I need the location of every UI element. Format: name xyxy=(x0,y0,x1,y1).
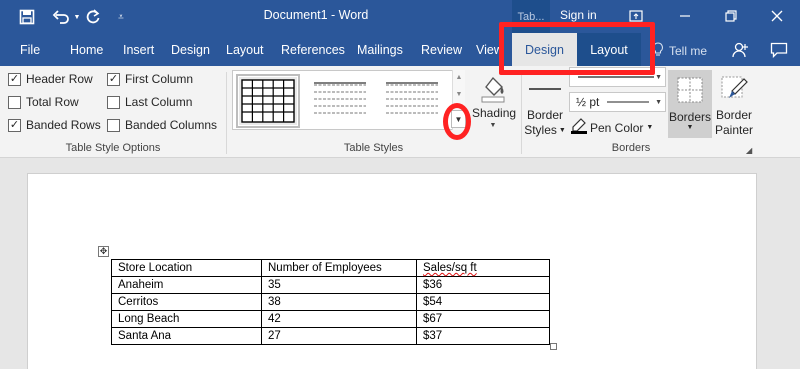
shading-button[interactable]: Shading ▼ xyxy=(470,70,516,132)
dropdown-icon: ▼ xyxy=(655,99,662,106)
banded-rows-label: Banded Rows xyxy=(26,118,101,132)
border-styles-label-line2: Styles xyxy=(524,123,557,137)
borders-button[interactable]: Borders ▼ xyxy=(668,70,712,138)
ribbon-tab-row: File Home Insert Design Layout Reference… xyxy=(0,33,800,66)
table-row: Cerritos 38 $54 xyxy=(111,293,550,311)
banded-columns-checkbox[interactable]: Banded Columns xyxy=(107,118,217,132)
table-cell[interactable]: Number of Employees xyxy=(261,259,417,277)
comments-icon[interactable] xyxy=(768,39,790,61)
table-cell[interactable]: $36 xyxy=(416,276,550,294)
checkbox-box[interactable]: ✓ xyxy=(8,118,21,132)
table-resize-handle[interactable] xyxy=(550,343,557,350)
first-column-label: First Column xyxy=(125,72,194,86)
border-painter-label-line2: Painter xyxy=(714,123,754,137)
line-weight-value: ½ pt xyxy=(576,95,600,109)
document-table[interactable]: Store Location Number of Employees Sales… xyxy=(111,259,550,345)
borders-grid-icon xyxy=(668,70,712,110)
table-cell[interactable]: $54 xyxy=(416,293,550,311)
scroll-down-icon[interactable]: ▼ xyxy=(453,91,465,98)
paint-bucket-icon xyxy=(470,70,516,106)
checkbox-box[interactable] xyxy=(8,95,21,109)
highlight-rectangle-annotation xyxy=(499,22,655,75)
shading-label: Shading xyxy=(472,106,517,120)
table-cell[interactable]: $67 xyxy=(416,310,550,328)
last-column-checkbox[interactable]: Last Column xyxy=(107,95,192,109)
last-column-label: Last Column xyxy=(125,95,193,109)
border-painter-icon xyxy=(712,70,756,108)
table-row: Store Location Number of Employees Sales… xyxy=(111,259,550,277)
borders-label: Borders xyxy=(668,110,712,124)
scroll-up-icon[interactable]: ▲ xyxy=(453,74,465,81)
close-icon[interactable] xyxy=(762,3,792,29)
checkbox-box[interactable] xyxy=(107,95,120,109)
table-styles-gallery[interactable] xyxy=(232,70,465,130)
table-cell[interactable]: 27 xyxy=(261,327,417,345)
restore-icon[interactable] xyxy=(716,3,746,29)
total-row-label: Total Row xyxy=(26,95,79,109)
minimize-icon[interactable] xyxy=(670,3,700,29)
table-style-plain-grid[interactable] xyxy=(236,74,300,128)
pen-color-label: Pen Color xyxy=(590,120,644,135)
table-styles-group-label: Table Styles xyxy=(343,142,404,154)
borders-dialog-launcher-icon[interactable]: ◢ xyxy=(746,146,752,155)
table-cell[interactable]: Cerritos xyxy=(111,293,262,311)
border-styles-label-line1: Border xyxy=(526,108,564,122)
tab-layout[interactable]: Layout xyxy=(226,33,264,66)
table-row: Santa Ana 27 $37 xyxy=(111,327,550,345)
tab-review[interactable]: Review xyxy=(421,33,462,66)
checkbox-box[interactable] xyxy=(107,118,120,132)
dropdown-icon: ▼ xyxy=(655,74,662,81)
header-row-label: Header Row xyxy=(26,72,93,86)
table-row: Anaheim 35 $36 xyxy=(111,276,550,294)
table-cell[interactable]: 38 xyxy=(261,293,417,311)
tell-me-label: Tell me xyxy=(669,43,708,58)
border-painter-label-line1: Border xyxy=(715,108,753,122)
tell-me-search[interactable]: Tell me xyxy=(652,42,707,59)
table-move-handle-icon[interactable]: ✥ xyxy=(98,246,109,257)
first-column-checkbox[interactable]: ✓ First Column xyxy=(107,72,193,86)
border-painter-button[interactable]: Border Painter xyxy=(712,70,756,138)
table-cell[interactable]: 42 xyxy=(261,310,417,328)
table-cell[interactable]: Long Beach xyxy=(111,310,262,328)
share-user-icon[interactable] xyxy=(729,39,751,61)
line-weight-sample-icon xyxy=(607,101,650,103)
table-cell[interactable]: Sales/sq ft xyxy=(416,259,550,277)
checkbox-box[interactable]: ✓ xyxy=(107,72,120,86)
table-style-light-list[interactable] xyxy=(383,77,441,125)
borders-group-label: Borders xyxy=(611,142,651,154)
title-bar: ▼ ⩡ Document1 - Word Tab... Sign in xyxy=(0,0,800,33)
banded-columns-label: Banded Columns xyxy=(125,118,218,132)
table-cell[interactable]: Santa Ana xyxy=(111,327,262,345)
border-style-sample-icon xyxy=(524,70,566,108)
tab-mailings[interactable]: Mailings xyxy=(357,33,403,66)
tab-references[interactable]: References xyxy=(281,33,345,66)
table-style-options-group-label: Table Style Options xyxy=(65,142,161,154)
dropdown-icon: ▼ xyxy=(558,127,566,134)
table-cell[interactable]: 35 xyxy=(261,276,417,294)
line-weight-dropdown[interactable]: ½ pt ▼ xyxy=(569,92,666,112)
dropdown-icon: ▼ xyxy=(646,124,654,131)
shading-dropdown-icon: ▼ xyxy=(489,122,497,129)
tab-home[interactable]: Home xyxy=(70,33,103,66)
sign-in-link[interactable]: Sign in xyxy=(560,8,597,22)
table-cell[interactable]: Store Location xyxy=(111,259,262,277)
table-row: Long Beach 42 $67 xyxy=(111,310,550,328)
pen-color-button[interactable]: Pen Color ▼ xyxy=(571,118,653,137)
pen-color-icon xyxy=(571,118,587,137)
tab-insert[interactable]: Insert xyxy=(123,33,154,66)
table-cell[interactable]: $37 xyxy=(416,327,550,345)
table-cell[interactable]: Anaheim xyxy=(111,276,262,294)
header-row-checkbox[interactable]: ✓ Header Row xyxy=(8,72,93,86)
total-row-checkbox[interactable]: Total Row xyxy=(8,95,79,109)
tab-file[interactable]: File xyxy=(20,33,40,66)
table-style-light-shading[interactable] xyxy=(311,77,369,125)
banded-rows-checkbox[interactable]: ✓ Banded Rows xyxy=(8,118,101,132)
border-styles-button[interactable]: Border Styles ▼ xyxy=(524,70,566,140)
checkbox-box[interactable]: ✓ xyxy=(8,72,21,86)
dropdown-icon: ▼ xyxy=(686,124,694,131)
tab-design[interactable]: Design xyxy=(171,33,210,66)
spell-check-text: Sales/sq ft xyxy=(423,262,477,274)
highlight-circle-annotation xyxy=(443,103,471,140)
